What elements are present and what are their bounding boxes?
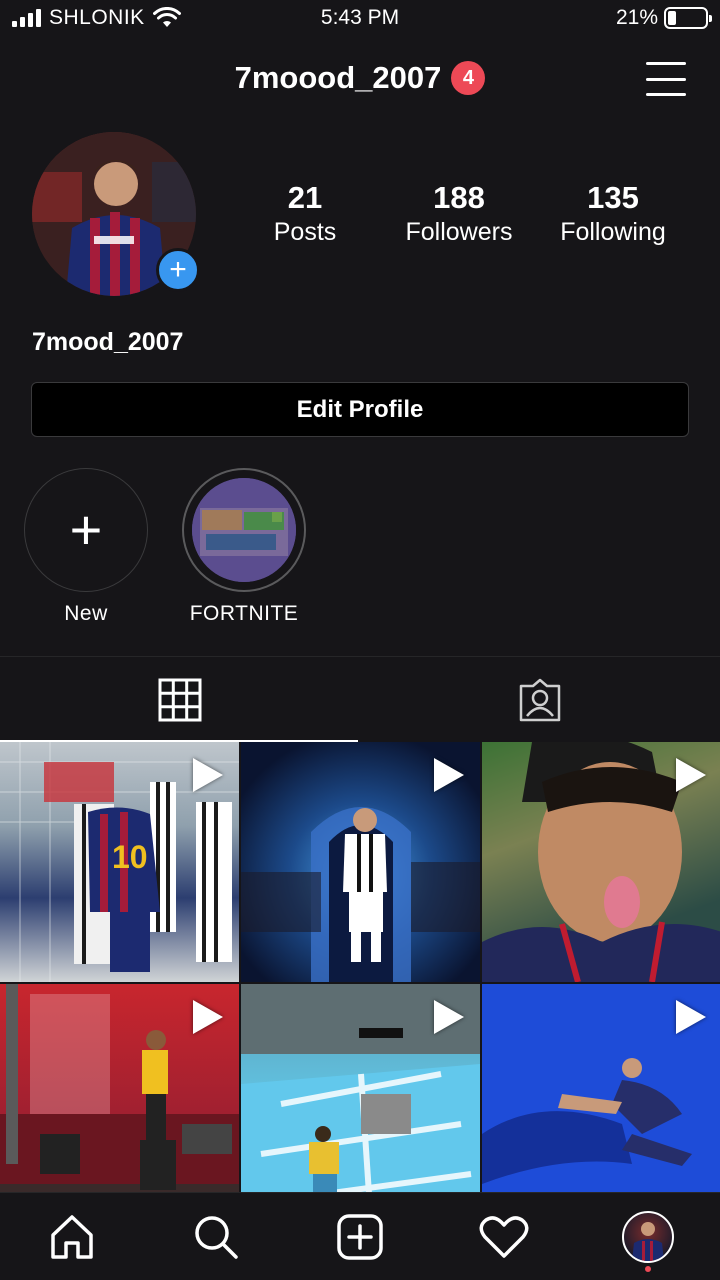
highlight-fortnite[interactable]: FORTNITE: [182, 468, 306, 626]
profile-avatar-container[interactable]: +: [32, 132, 200, 296]
battery-icon: [664, 7, 712, 29]
plus-icon: +: [169, 253, 187, 286]
profile-stats: 21 Posts 188 Followers 135 Following: [228, 180, 690, 247]
posts-grid: 10: [0, 742, 720, 1224]
video-play-icon: [676, 1000, 706, 1034]
stat-value: 188: [433, 180, 485, 215]
highlight-cover-image: [192, 478, 296, 582]
stat-value: 21: [287, 180, 323, 215]
search-icon: [195, 1215, 238, 1259]
highlight-fortnite-circle[interactable]: [182, 468, 306, 592]
add-story-button[interactable]: +: [156, 248, 200, 292]
post-thumbnail[interactable]: 10: [0, 742, 239, 982]
profile-avatar: [622, 1210, 674, 1263]
svg-text:10: 10: [112, 839, 148, 875]
display-name: 7mood_2007: [32, 328, 184, 356]
stat-value: 135: [587, 180, 639, 215]
nav-new-post[interactable]: [288, 1193, 432, 1280]
highlight-new[interactable]: + New: [24, 468, 148, 626]
stat-label: Followers: [405, 218, 513, 246]
stat-followers[interactable]: 188 Followers: [382, 180, 536, 247]
nav-search[interactable]: [144, 1193, 288, 1280]
nav-profile[interactable]: [576, 1193, 720, 1280]
battery-fill: [668, 11, 676, 25]
video-play-icon: [676, 758, 706, 792]
nav-home[interactable]: [0, 1193, 144, 1280]
story-highlights: + New FORTNITE: [24, 468, 306, 626]
notification-dot: [645, 1266, 651, 1272]
username-title[interactable]: 7moood_2007: [235, 60, 442, 96]
highlight-label: FORTNITE: [189, 602, 299, 625]
video-play-icon: [434, 1000, 464, 1034]
post-thumbnail[interactable]: [241, 984, 480, 1224]
new-post-icon: [337, 1213, 383, 1260]
nav-activity[interactable]: [432, 1193, 576, 1280]
status-bar: SHLONIK 5:43 PM 21%: [0, 0, 720, 38]
home-icon: [51, 1214, 93, 1259]
stat-label: Posts: [273, 218, 337, 246]
status-time: 5:43 PM: [320, 6, 400, 29]
video-play-icon: [193, 1000, 223, 1034]
notification-badge[interactable]: 4: [451, 61, 486, 95]
hamburger-menu-icon[interactable]: [646, 62, 686, 96]
video-play-icon: [193, 758, 223, 792]
stat-following[interactable]: 135 Following: [536, 180, 690, 247]
battery-percent: 21%: [615, 6, 658, 29]
post-thumbnail[interactable]: [482, 742, 720, 982]
video-play-icon: [434, 758, 464, 792]
bottom-navigation: [0, 1192, 720, 1280]
post-thumbnail[interactable]: [241, 742, 480, 982]
profile-tabs: [0, 658, 720, 742]
tagged-person-icon: [519, 678, 561, 722]
activity-heart-icon: [479, 1215, 529, 1258]
highlight-new-circle[interactable]: +: [24, 468, 148, 592]
edit-profile-button[interactable]: Edit Profile: [31, 382, 689, 437]
stat-posts[interactable]: 21 Posts: [228, 180, 382, 247]
tab-tagged[interactable]: [360, 658, 720, 742]
stat-label: Following: [560, 218, 666, 246]
highlight-label: New: [64, 602, 108, 625]
plus-icon: +: [69, 498, 103, 561]
tab-grid[interactable]: [0, 658, 360, 742]
grid-icon: [158, 678, 202, 722]
tabs-divider: [0, 656, 720, 657]
profile-header: 7moood_2007 4: [0, 52, 720, 112]
post-thumbnail[interactable]: [0, 984, 239, 1224]
post-thumbnail[interactable]: [482, 984, 720, 1224]
